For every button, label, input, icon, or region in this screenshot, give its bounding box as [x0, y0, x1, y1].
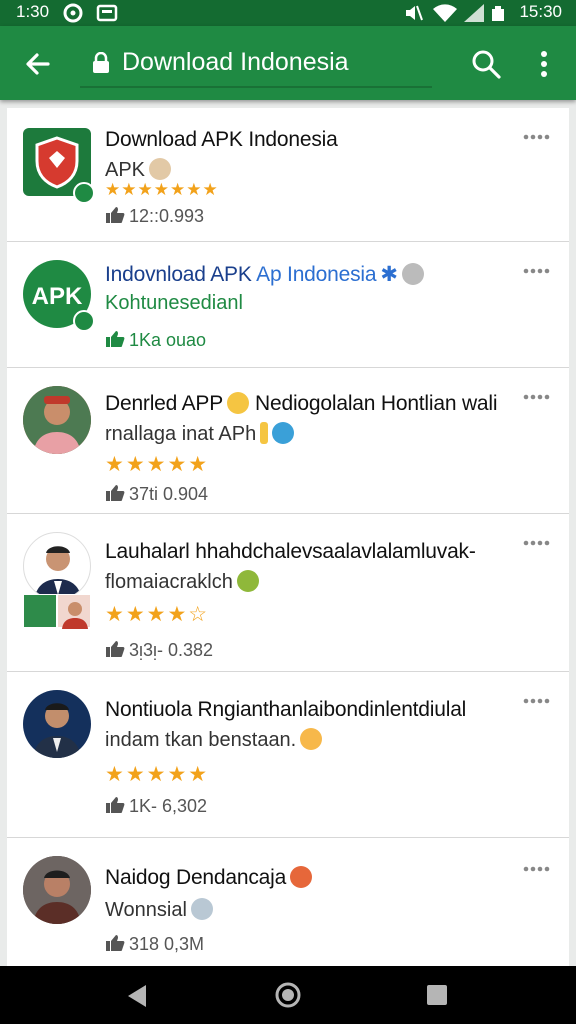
- rating-stars: ★★★★☆: [105, 603, 210, 626]
- overflow-menu-icon[interactable]: [521, 536, 551, 550]
- thumbs-up-icon: [106, 797, 125, 813]
- emoji-icon: [300, 728, 323, 750]
- thumbs-up-icon: [106, 331, 125, 347]
- rating-stars: ★★★★★: [105, 453, 210, 476]
- status-bar: 1:30 15:30: [0, 0, 576, 26]
- person-avatar-icon: [34, 546, 82, 599]
- user-avatar: [23, 690, 91, 758]
- thumbs-up-icon: [106, 935, 125, 951]
- nav-back-icon[interactable]: [124, 982, 150, 1010]
- likes-count: 1Ka ouao: [105, 330, 206, 351]
- list-item[interactable]: APK Indovnload APK Ap Indonesia ✱ Kohtune…: [7, 242, 569, 368]
- notification-icon: [63, 3, 83, 23]
- user-avatar: [23, 386, 91, 454]
- rating-stars: ★★★★★: [105, 763, 210, 786]
- result-subtitle: APK: [105, 158, 172, 182]
- likes-count: 1K- 6,302: [105, 796, 207, 817]
- result-title: Naidog Dendancaja: [105, 866, 313, 890]
- result-title: Indovnload APK Ap Indonesia ✱: [105, 262, 424, 287]
- nav-recents-icon[interactable]: [426, 984, 448, 1006]
- list-item[interactable]: Denrled APP Nediogolalan Hontlian wali rn…: [7, 368, 569, 514]
- thumbs-up-icon: [106, 207, 125, 223]
- wifi-icon: [433, 4, 457, 22]
- thumbnail-image: [23, 594, 57, 628]
- lock-icon: [93, 52, 109, 73]
- image-notification-icon: [96, 4, 118, 22]
- result-title: Nontiuola Rngianthanlaibondinlentdiulal: [105, 698, 467, 721]
- search-query: Download Indonesia: [122, 48, 349, 76]
- result-title: Download APK Indonesia: [105, 128, 338, 151]
- person-avatar-icon: [23, 856, 91, 924]
- person-avatar-icon: [62, 602, 88, 629]
- likes-count: 37ti 0.904: [105, 484, 208, 505]
- nav-home-icon[interactable]: [274, 981, 302, 1009]
- emoji-icon: [272, 422, 295, 444]
- gear-icon: ✱: [380, 263, 398, 286]
- likes-count: 3ᴉ3ᴉ- 0.382: [105, 640, 213, 661]
- result-subtitle: Wonnsial: [105, 898, 213, 922]
- emoji-icon: [227, 392, 250, 414]
- back-arrow-icon[interactable]: [22, 48, 54, 80]
- thumbs-up-icon: [106, 641, 125, 657]
- result-subtitle: rnallaga inat APh: [105, 422, 295, 446]
- emoji-icon: [401, 263, 424, 285]
- thumbs-up-icon: [106, 485, 125, 501]
- app-bar: Download Indonesia: [0, 26, 576, 100]
- search-icon[interactable]: [470, 48, 502, 80]
- verified-badge-icon: [73, 182, 95, 204]
- user-avatar: [23, 856, 91, 924]
- result-subtitle: indam tkan benstaan.: [105, 728, 323, 752]
- result-subtitle: flomaiacraklch: [105, 570, 259, 594]
- emoji-icon: [149, 158, 172, 180]
- pencil-icon: [260, 422, 269, 444]
- status-time-left: 1:30: [16, 2, 50, 21]
- emoji-icon: [190, 898, 213, 920]
- mute-icon: [406, 5, 423, 21]
- overflow-menu-icon[interactable]: [521, 130, 551, 144]
- status-time-right: 15:30: [519, 2, 562, 21]
- overflow-menu-icon[interactable]: [521, 390, 551, 404]
- system-nav-bar: [0, 966, 576, 1024]
- likes-count: 12::0.993: [105, 206, 204, 227]
- list-item[interactable]: Download APK Indonesia APK ★★★★★★★ 12::0…: [7, 108, 569, 242]
- overflow-menu-icon[interactable]: [521, 862, 551, 876]
- list-item[interactable]: Nontiuola Rngianthanlaibondinlentdiulal …: [7, 672, 569, 838]
- list-item[interactable]: Lauhalarl hhahdchalevsaalavlalamluvak- f…: [7, 514, 569, 672]
- result-title: Denrled APP Nediogolalan Hontlian wali: [105, 392, 498, 415]
- overflow-menu-icon[interactable]: [521, 264, 551, 278]
- user-avatar: [23, 532, 91, 600]
- person-avatar-icon: [23, 386, 91, 454]
- list-item[interactable]: Naidog Dendancaja Wonnsial 318 0,3M: [7, 838, 569, 966]
- thumbnail-image: [57, 594, 91, 629]
- emoji-icon: [236, 570, 259, 592]
- battery-icon: [492, 6, 504, 21]
- overflow-menu-icon[interactable]: [521, 694, 551, 708]
- person-avatar-icon: [33, 703, 81, 758]
- result-subtitle: Kohtunesedianl: [105, 292, 243, 314]
- result-title: Lauhalarl hhahdchalevsaalavlalamluvak-: [105, 540, 476, 563]
- likes-count: 318 0,3M: [105, 934, 204, 955]
- result-list: Download APK Indonesia APK ★★★★★★★ 12::0…: [7, 108, 569, 966]
- signal-icon: [464, 4, 484, 22]
- verified-badge-icon: [73, 310, 95, 332]
- more-options-icon[interactable]: [532, 48, 556, 80]
- rating-stars: ★★★★★★★: [105, 180, 219, 199]
- emoji-icon: [290, 866, 313, 888]
- svg-text:APK: APK: [32, 283, 83, 310]
- search-input[interactable]: Download Indonesia: [80, 38, 432, 88]
